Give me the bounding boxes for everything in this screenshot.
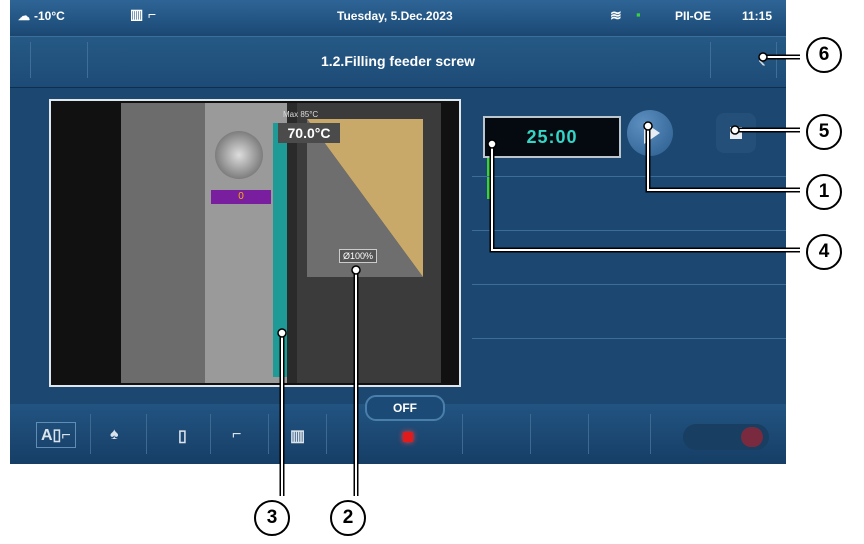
callout-2: 2 [330, 500, 366, 536]
callout-4: 4 [806, 234, 842, 270]
callout-3: 3 [254, 500, 290, 536]
callout-lines [277, 52, 800, 496]
callout-5: 5 [806, 114, 842, 150]
callout-6: 6 [806, 37, 842, 73]
callout-1: 1 [806, 174, 842, 210]
